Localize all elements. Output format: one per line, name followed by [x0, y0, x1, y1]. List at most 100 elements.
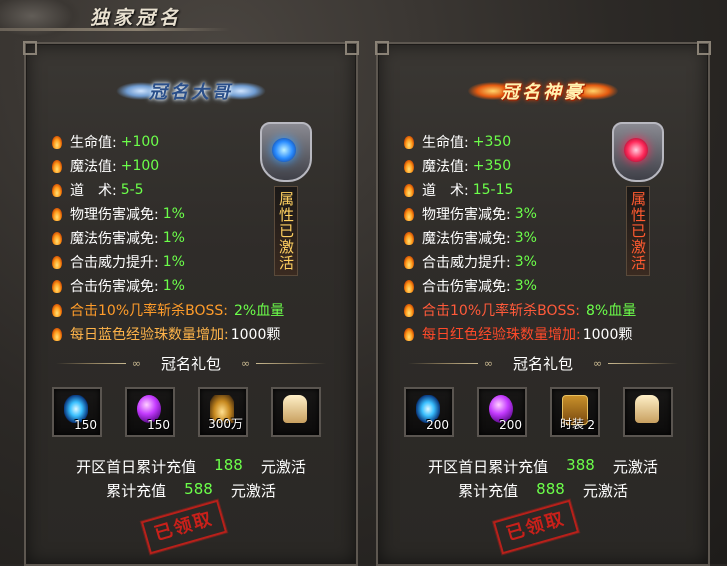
- stat-value: 15-15: [472, 182, 514, 198]
- stat-label: 魔法伤害减免:: [70, 231, 159, 247]
- stat-value: 1%: [162, 206, 185, 222]
- stat-label: 魔法值:: [422, 159, 469, 175]
- stat-label: 每日红色经验珠数量增加:: [422, 327, 581, 343]
- activation-condition: 开区首日累计充值 188 元激活: [26, 456, 356, 477]
- item-slots: 200 200 时装 2: [404, 387, 673, 437]
- stat-row: 合击威力提升: 3%: [404, 250, 636, 274]
- item-slot[interactable]: 300万: [198, 387, 248, 437]
- stat-label: 合击威力提升:: [422, 255, 511, 271]
- attribute-status: 属性已激活: [626, 186, 650, 276]
- activation-condition: 开区首日累计充值 388 元激活: [378, 456, 708, 477]
- stat-value: +100: [120, 158, 160, 174]
- scroll-ornament-icon: ∞: [241, 356, 251, 370]
- condition-amount: 188: [214, 456, 243, 474]
- flame-icon: [52, 135, 62, 149]
- stat-row: 魔法伤害减免: 1%: [52, 226, 284, 250]
- condition-amount: 888: [536, 480, 565, 498]
- condition-suffix: 元激活: [230, 482, 276, 500]
- corner-ornament: [345, 41, 359, 55]
- corner-ornament: [375, 41, 389, 55]
- flame-icon: [52, 279, 62, 293]
- item-slot[interactable]: 150: [125, 387, 175, 437]
- stat-value: 3%: [514, 254, 537, 270]
- stat-row: 合击伤害减免: 1%: [52, 274, 284, 298]
- condition-amount: 388: [566, 456, 595, 474]
- flame-icon: [404, 183, 414, 197]
- item-slot[interactable]: 200: [477, 387, 527, 437]
- gift-title: 冠名礼包: [160, 354, 221, 373]
- stat-row: 魔法伤害减免: 3%: [404, 226, 636, 250]
- stat-label: 生命值:: [70, 135, 117, 151]
- stat-value: 5-5: [120, 182, 144, 198]
- item-slots: 150 150 300万: [52, 387, 321, 437]
- flame-icon: [404, 279, 414, 293]
- gift-header: ∞ 冠名礼包 ∞: [378, 350, 708, 376]
- flame-icon: [52, 303, 62, 317]
- stat-label: 每日蓝色经验珠数量增加:: [70, 327, 229, 343]
- item-slot[interactable]: [623, 387, 673, 437]
- stat-row: 物理伤害减免: 3%: [404, 202, 636, 226]
- shield-emblem-icon: [606, 122, 666, 192]
- panel-left: 冠名大哥 生命值: +100 魔法值: +100 道 术: 5-5 物理伤害减免: 1%…: [23, 41, 359, 566]
- scroll-ornament-icon: ∞: [483, 356, 493, 370]
- stat-label: 道 术:: [70, 183, 117, 199]
- stat-label: 魔法伤害减免:: [422, 231, 511, 247]
- item-slot[interactable]: [271, 387, 321, 437]
- divider: [55, 362, 126, 364]
- condition-label: 累计充值: [106, 482, 167, 500]
- flame-icon: [52, 183, 62, 197]
- divider: [608, 362, 679, 364]
- item-count: 300万: [208, 417, 243, 431]
- gift-header: ∞ 冠名礼包 ∞: [26, 350, 356, 376]
- item-slot[interactable]: 时装 2: [550, 387, 600, 437]
- stat-value: 1%: [162, 278, 185, 294]
- item-count: 150: [147, 418, 170, 432]
- condition-label: 开区首日累计充值: [76, 458, 197, 476]
- bone-hand-icon: [283, 395, 307, 423]
- stat-label: 物理伤害减免:: [422, 207, 511, 223]
- page-title: 独家冠名: [90, 7, 183, 29]
- stat-row: 道 术: 5-5: [52, 178, 284, 202]
- stat-value: 2%血量: [234, 303, 285, 319]
- scroll-ornament-icon: ∞: [131, 356, 141, 370]
- title-badge: 冠名大哥: [116, 72, 266, 110]
- claimed-stamp: 已领取: [140, 499, 228, 555]
- stat-row: 生命值: +100: [52, 130, 284, 154]
- flame-icon: [52, 207, 62, 221]
- stat-label: 合击10%几率斩杀BOSS:: [70, 303, 228, 319]
- stat-label: 生命值:: [422, 135, 469, 151]
- item-slot[interactable]: 200: [404, 387, 454, 437]
- stat-row: 合击伤害减免: 3%: [404, 274, 636, 298]
- stat-value: 1000颗: [230, 327, 281, 343]
- stat-label: 道 术:: [422, 183, 469, 199]
- stat-list: 生命值: +350 魔法值: +350 道 术: 15-15 物理伤害减免: 3% 魔法…: [404, 130, 636, 346]
- shield-emblem-icon: [254, 122, 314, 192]
- divider: [407, 362, 478, 364]
- stat-row: 魔法值: +350: [404, 154, 636, 178]
- stat-label: 物理伤害减免:: [70, 207, 159, 223]
- stat-row-special: 每日蓝色经验珠数量增加: 1000颗: [52, 322, 284, 346]
- stat-row-special: 每日红色经验珠数量增加: 1000颗: [404, 322, 636, 346]
- item-count: 200: [499, 418, 522, 432]
- stat-value: +100: [120, 134, 160, 150]
- title-badge: 冠名神豪: [468, 72, 618, 110]
- corner-ornament: [23, 41, 37, 55]
- stat-label: 魔法值:: [70, 159, 117, 175]
- activation-condition: 累计充值 588 元激活: [26, 480, 356, 501]
- stat-label: 合击10%几率斩杀BOSS:: [422, 303, 580, 319]
- corner-ornament: [697, 41, 711, 55]
- item-slot[interactable]: 150: [52, 387, 102, 437]
- flame-icon: [52, 231, 62, 245]
- flame-icon: [52, 159, 62, 173]
- stat-label: 合击伤害减免:: [70, 279, 159, 295]
- flame-icon: [52, 255, 62, 269]
- condition-suffix: 元激活: [612, 458, 658, 476]
- item-count: 2: [587, 418, 595, 432]
- item-count: 150: [74, 418, 97, 432]
- dragon-ornament-icon: [0, 0, 80, 40]
- stat-value: 1%: [162, 230, 185, 246]
- scroll-ornament-icon: ∞: [593, 356, 603, 370]
- stat-value: 3%: [514, 206, 537, 222]
- gift-title: 冠名礼包: [512, 354, 573, 373]
- attribute-status: 属性已激活: [274, 186, 298, 276]
